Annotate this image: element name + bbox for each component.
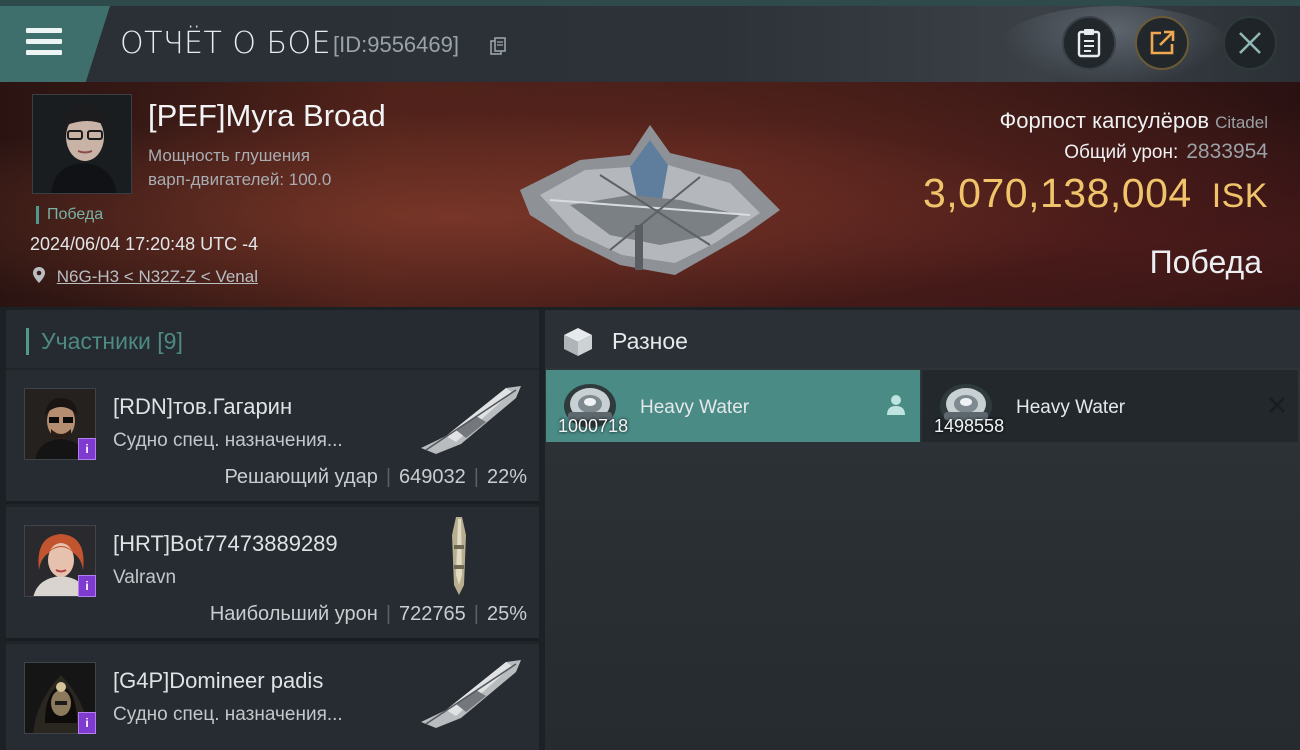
citadel-ship-image: [520, 125, 780, 275]
participant-ship-icon: [452, 517, 466, 595]
participant-ship-icon: [421, 660, 521, 728]
status-badge: Победа: [36, 206, 103, 224]
participant-ship-icon: [421, 386, 521, 454]
share-button[interactable]: [1135, 16, 1189, 70]
close-icon: [1239, 32, 1261, 54]
item-heavy-water-2[interactable]: Heavy Water 1498558: [922, 370, 1298, 442]
participant-row[interactable]: i [G4P]Domineer padis Судно спец. назнач…: [6, 644, 539, 750]
participant-badge: i: [78, 712, 96, 734]
avatar: [33, 95, 131, 193]
item-name: Heavy Water: [640, 397, 750, 418]
victim-portrait[interactable]: [32, 94, 132, 194]
item-quantity: 1498558: [934, 416, 1005, 436]
ship-name: Форпост капсулёров: [999, 108, 1210, 133]
participant-stats: Наибольший урон | 722765 | 25%: [209, 603, 527, 625]
participant-percent: 22%: [486, 466, 527, 488]
total-damage-label: Общий урон:: [1064, 142, 1179, 163]
participant-name: [G4P]Domineer padis: [113, 668, 324, 693]
participant-row[interactable]: i [HRT]Bot77473889289 Valravn Наибольший…: [6, 507, 539, 641]
report-id: [ID:9556469]: [333, 32, 459, 57]
hamburger-menu-icon[interactable]: [26, 28, 62, 56]
total-damage-value: 2833954: [1186, 140, 1268, 163]
location-link[interactable]: N6G-H3 < N32Z-Z < Venal: [32, 266, 258, 287]
item-name: Heavy Water: [1016, 397, 1126, 418]
misc-title: Разное: [612, 328, 688, 354]
participant-badge: i: [78, 575, 96, 597]
location-pin-icon: [33, 267, 45, 283]
page-title: ОТЧЁТ О БОЕ: [120, 26, 332, 61]
participant-percent: 25%: [486, 603, 527, 625]
participant-ship: Судно спец. назначения...: [113, 430, 343, 451]
isk-amount: 3,070,138,004: [922, 170, 1192, 216]
total-damage: Общий урон: 2833954: [1064, 140, 1268, 164]
close-button[interactable]: [1223, 16, 1277, 70]
participant-name: [HRT]Bot77473889289: [113, 531, 338, 556]
destroyed-x-icon: [1269, 397, 1285, 413]
participant-damage: 722765: [399, 603, 466, 625]
victim-subtitle: Мощность глушения варп-двигателей: 100.0: [148, 144, 388, 192]
location-text[interactable]: N6G-H3 < N32Z-Z < Venal: [57, 267, 258, 286]
copy-icon[interactable]: [490, 37, 506, 55]
ship-type: Форпост капсулёров Citadel: [1000, 108, 1268, 134]
participant-damage: 649032: [399, 466, 466, 488]
clipboard-button[interactable]: [1062, 16, 1116, 70]
person-icon: [887, 395, 905, 415]
clipboard-icon: [1077, 29, 1101, 58]
result-label: Победа: [1149, 244, 1262, 280]
victim-subtitle-line2: варп-двигателей: 100.0: [148, 170, 332, 189]
ship-class: Citadel: [1215, 113, 1268, 132]
item-heavy-water-1[interactable]: Heavy Water 1000718: [546, 370, 920, 442]
participant-badge: i: [78, 438, 96, 460]
timestamp: 2024/06/04 17:20:48 UTC -4: [30, 234, 259, 254]
participant-ship: Valravn: [113, 567, 177, 588]
victim-subtitle-line1: Мощность глушения: [148, 146, 310, 165]
participant-role: Решающий удар: [224, 466, 378, 488]
isk-value: 3,070,138,004 ISK: [923, 170, 1268, 217]
participant-stats: Решающий удар | 649032 | 22%: [224, 466, 527, 488]
victim-name[interactable]: [PEF]Myra Broad: [148, 98, 386, 134]
cargo-box-icon: [564, 328, 592, 356]
participant-role: Наибольший урон: [209, 603, 378, 625]
participant-name: [RDN]тов.Гагарин: [113, 394, 293, 419]
isk-unit: ISK: [1211, 177, 1268, 215]
participants-title: Участники [9]: [26, 328, 183, 355]
participant-ship: Судно спец. назначения...: [113, 704, 343, 725]
item-quantity: 1000718: [558, 416, 629, 436]
participant-row[interactable]: i [RDN]тов.Гагарин Судно спец. назначени…: [6, 370, 539, 504]
share-icon: [1150, 30, 1175, 55]
